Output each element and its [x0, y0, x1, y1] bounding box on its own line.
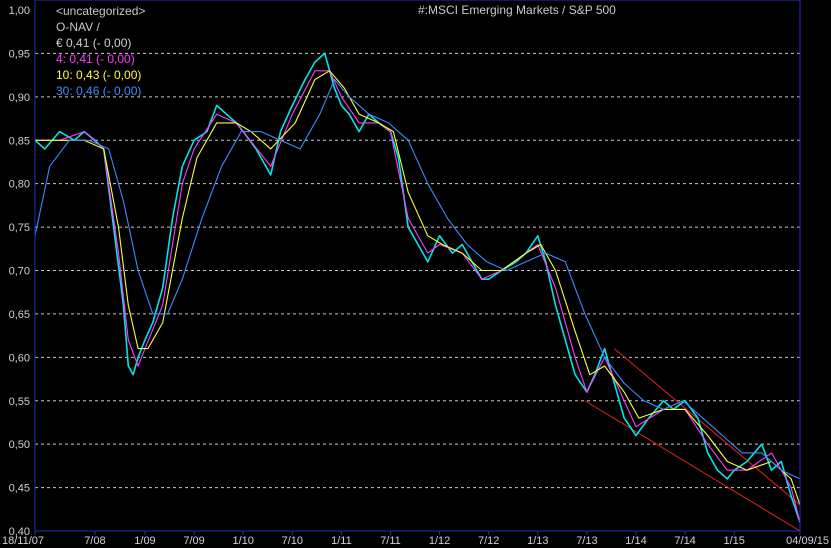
y-tick-label: 0,50: [9, 439, 30, 451]
series-line-10: [35, 70, 801, 506]
y-tick-label: 0,55: [9, 396, 30, 408]
y-tick-label: 0,60: [9, 352, 30, 364]
x-tick-label: 7/08: [84, 535, 105, 547]
x-tick-label: 1/12: [429, 535, 450, 547]
x-tick-label: 7/13: [576, 535, 597, 547]
y-tick-label: 0,90: [9, 92, 30, 104]
y-tick-label: 1,00: [9, 5, 30, 17]
trend-channel: [584, 348, 801, 532]
series-line-€: [34, 52, 801, 523]
x-tick-label: 7/12: [478, 535, 499, 547]
x-tick-label: 1/10: [232, 535, 253, 547]
y-axis: 1,00 0,95 0,90 0,85 0,80 0,75 0,70 0,65 0,60 0,55…: [9, 5, 30, 538]
series-line-4: [35, 70, 801, 523]
x-axis: 18/11/07 7/08 1/09 7/09 1/10 7/10 1/11 7/11 1/12…: [2, 531, 829, 547]
x-tick-label: 7/10: [282, 535, 303, 547]
chart-title: #:MSCI Emerging Markets / S&P 500: [418, 3, 616, 17]
x-tick-label: 18/11/07: [2, 535, 44, 547]
x-tick-label: 04/09/15: [786, 535, 829, 547]
chart-window: 1,00 0,95 0,90 0,85 0,80 0,75 0,70 0,65 0,60 0,55…: [0, 0, 831, 548]
legend-item-price: € 0,41 (- 0,00): [56, 36, 132, 50]
x-tick-label: 7/09: [183, 535, 204, 547]
y-tick-label: 0,65: [9, 309, 30, 321]
x-tick-label: 1/09: [134, 535, 155, 547]
y-tick-label: 0,95: [9, 48, 30, 60]
y-tick-label: 0,85: [9, 135, 30, 147]
x-tick-label: 1/13: [527, 535, 548, 547]
legend: <uncategorized> O-NAV / € 0,41 (- 0,00) …: [56, 3, 145, 99]
grid: [35, 52, 800, 489]
y-tick-label: 0,75: [9, 222, 30, 234]
legend-navline: O-NAV /: [56, 20, 100, 34]
series-line-30: [34, 78, 801, 480]
y-tick-label: 0,70: [9, 266, 30, 278]
legend-item-ma30: 30: 0,46 (- 0,00): [56, 84, 142, 98]
x-tick-label: 1/11: [331, 535, 352, 547]
series-group: [34, 52, 801, 523]
y-tick-label: 0,45: [9, 483, 30, 495]
legend-item-ma4: 4: 0,41 (- 0,00): [56, 52, 135, 66]
x-tick-label: 1/14: [625, 535, 646, 547]
x-tick-label: 1/15: [723, 535, 744, 547]
plot-frame: [34, 0, 801, 532]
legend-category: <uncategorized>: [56, 4, 146, 18]
x-tick-label: 7/11: [380, 535, 401, 547]
y-tick-label: 0,80: [9, 179, 30, 191]
legend-item-ma10: 10: 0,43 (- 0,00): [56, 68, 142, 82]
x-tick-label: 7/14: [674, 535, 695, 547]
